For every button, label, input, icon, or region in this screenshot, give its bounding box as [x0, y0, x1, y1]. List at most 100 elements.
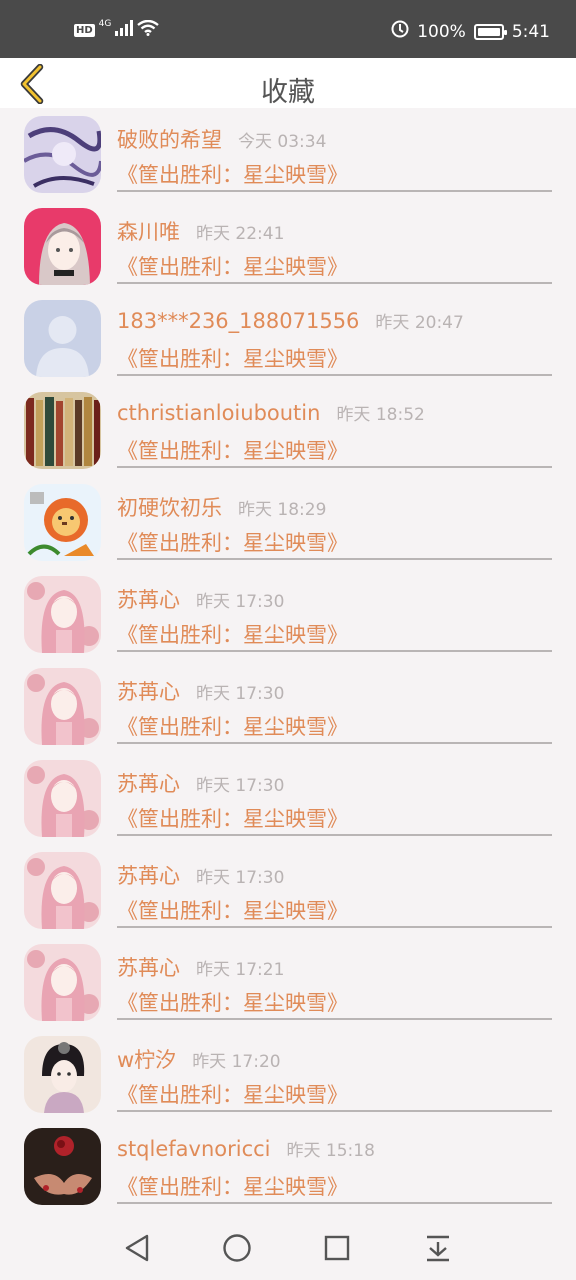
list-item[interactable]: 苏苒心 昨天 17:30 《筐出胜利：星尘映雪》 [0, 848, 576, 940]
item-meta: 破败的希望 今天 03:34 《筐出胜利：星尘映雪》 [117, 112, 552, 192]
timestamp: 昨天 17:30 [196, 868, 285, 888]
battery-icon [473, 23, 507, 40]
avatar[interactable] [24, 1128, 101, 1205]
list-item[interactable]: 183***236_188071556 昨天 20:47 《筐出胜利：星尘映雪》 [0, 296, 576, 388]
name-line: stqlefavnoricci 昨天 15:18 [117, 1136, 375, 1161]
item-meta: 苏苒心 昨天 17:30 《筐出胜利：星尘映雪》 [117, 572, 552, 652]
book-title[interactable]: 《筐出胜利：星尘映雪》 [117, 435, 348, 465]
avatar[interactable] [24, 760, 101, 837]
triangle-back-icon [125, 1234, 149, 1262]
list-item[interactable]: 苏苒心 昨天 17:30 《筐出胜利：星尘映雪》 [0, 756, 576, 848]
item-meta: 苏苒心 昨天 17:30 《筐出胜利：星尘映雪》 [117, 848, 552, 928]
timestamp: 昨天 17:30 [196, 684, 285, 704]
book-title[interactable]: 《筐出胜利：星尘映雪》 [117, 527, 348, 557]
nav-recents-button[interactable] [317, 1228, 357, 1268]
list-item[interactable]: 初硬饮初乐 昨天 18:29 《筐出胜利：星尘映雪》 [0, 480, 576, 572]
timestamp: 昨天 18:52 [336, 405, 425, 425]
download-arrow-icon [427, 1235, 449, 1262]
user-name[interactable]: 苏苒心 [117, 952, 180, 982]
book-title[interactable]: 《筐出胜利：星尘映雪》 [117, 803, 348, 833]
timestamp: 昨天 20:47 [375, 313, 464, 333]
avatar[interactable] [24, 852, 101, 929]
list-item[interactable]: 森川唯 昨天 22:41 《筐出胜利：星尘映雪》 [0, 204, 576, 296]
nav-home-button[interactable] [217, 1228, 257, 1268]
timestamp: 昨天 17:30 [196, 592, 285, 612]
battery-percent: 100% [417, 21, 466, 42]
hd-badge: HD [74, 23, 95, 37]
avatar[interactable] [24, 1036, 101, 1113]
avatar[interactable] [24, 484, 101, 561]
user-name[interactable]: cthristianloiuboutin [117, 401, 320, 425]
avatar[interactable] [24, 208, 101, 285]
user-name[interactable]: 森川唯 [117, 216, 180, 246]
list-item[interactable]: cthristianloiuboutin 昨天 18:52 《筐出胜利：星尘映雪》 [0, 388, 576, 480]
book-title[interactable]: 《筐出胜利：星尘映雪》 [117, 895, 348, 925]
item-meta: 苏苒心 昨天 17:21 《筐出胜利：星尘映雪》 [117, 940, 552, 1020]
book-title[interactable]: 《筐出胜利：星尘映雪》 [117, 343, 348, 373]
avatar[interactable] [24, 116, 101, 193]
avatar[interactable] [24, 944, 101, 1021]
user-name[interactable]: 183***236_188071556 [117, 309, 359, 333]
timestamp: 昨天 22:41 [196, 224, 285, 244]
timestamp: 昨天 18:29 [238, 500, 327, 520]
user-name[interactable]: stqlefavnoricci [117, 1137, 271, 1161]
navigation-bar [0, 1214, 576, 1280]
user-name[interactable]: 破败的希望 [117, 124, 222, 154]
list-item[interactable]: 破败的希望 今天 03:34 《筐出胜利：星尘映雪》 [0, 112, 576, 204]
wifi-icon [137, 19, 160, 40]
timestamp: 昨天 17:20 [192, 1052, 281, 1072]
circle-home-icon [223, 1234, 251, 1262]
name-line: 183***236_188071556 昨天 20:47 [117, 308, 464, 333]
status-bar: HD 4G 100% 5:41 [0, 0, 576, 58]
square-recents-icon [324, 1235, 350, 1261]
nav-back-button[interactable] [117, 1228, 157, 1268]
name-line: 破败的希望 今天 03:34 [117, 124, 326, 154]
name-line: w柠汐 昨天 17:20 [117, 1044, 281, 1074]
name-line: 苏苒心 昨天 17:30 [117, 584, 284, 614]
list-item[interactable]: 苏苒心 昨天 17:21 《筐出胜利：星尘映雪》 [0, 940, 576, 1032]
avatar[interactable] [24, 576, 101, 653]
signal-icon [115, 20, 134, 40]
book-title[interactable]: 《筐出胜利：星尘映雪》 [117, 1171, 348, 1201]
status-left: HD 4G [74, 19, 160, 40]
user-name[interactable]: 初硬饮初乐 [117, 492, 222, 522]
book-title[interactable]: 《筐出胜利：星尘映雪》 [117, 711, 348, 741]
item-meta: 苏苒心 昨天 17:30 《筐出胜利：星尘映雪》 [117, 756, 552, 836]
list-item[interactable]: 苏苒心 昨天 17:30 《筐出胜利：星尘映雪》 [0, 664, 576, 756]
book-title[interactable]: 《筐出胜利：星尘映雪》 [117, 159, 348, 189]
item-meta: 初硬饮初乐 昨天 18:29 《筐出胜利：星尘映雪》 [117, 480, 552, 560]
avatar[interactable] [24, 300, 101, 377]
book-title[interactable]: 《筐出胜利：星尘映雪》 [117, 1079, 348, 1109]
book-title[interactable]: 《筐出胜利：星尘映雪》 [117, 619, 348, 649]
avatar[interactable] [24, 668, 101, 745]
name-line: 初硬饮初乐 昨天 18:29 [117, 492, 326, 522]
user-name[interactable]: 苏苒心 [117, 860, 180, 890]
nav-extra-button[interactable] [418, 1228, 458, 1268]
list-item[interactable]: 苏苒心 昨天 17:30 《筐出胜利：星尘映雪》 [0, 572, 576, 664]
item-meta: cthristianloiuboutin 昨天 18:52 《筐出胜利：星尘映雪》 [117, 388, 552, 468]
battery-level [477, 27, 500, 36]
item-meta: 183***236_188071556 昨天 20:47 《筐出胜利：星尘映雪》 [117, 296, 552, 376]
avatar[interactable] [24, 392, 101, 469]
clock: 5:41 [511, 21, 550, 42]
page-title: 收藏 [261, 77, 315, 108]
list-item[interactable]: stqlefavnoricci 昨天 15:18 《筐出胜利：星尘映雪》 [0, 1124, 576, 1214]
item-meta: 森川唯 昨天 22:41 《筐出胜利：星尘映雪》 [117, 204, 552, 284]
user-name[interactable]: w柠汐 [117, 1044, 176, 1074]
book-title[interactable]: 《筐出胜利：星尘映雪》 [117, 251, 348, 281]
app-header: 收藏 [0, 58, 576, 108]
item-meta: w柠汐 昨天 17:20 《筐出胜利：星尘映雪》 [117, 1032, 552, 1112]
item-meta: stqlefavnoricci 昨天 15:18 《筐出胜利：星尘映雪》 [117, 1124, 552, 1204]
user-name[interactable]: 苏苒心 [117, 676, 180, 706]
book-title[interactable]: 《筐出胜利：星尘映雪》 [117, 987, 348, 1017]
data-saver-icon [391, 20, 409, 43]
timestamp: 昨天 17:30 [196, 776, 285, 796]
favorites-list[interactable]: 破败的希望 今天 03:34 《筐出胜利：星尘映雪》 森川唯 昨天 22:41 《筐出胜利… [0, 112, 576, 1214]
list-item[interactable]: w柠汐 昨天 17:20 《筐出胜利：星尘映雪》 [0, 1032, 576, 1124]
timestamp: 昨天 17:21 [196, 960, 285, 980]
user-name[interactable]: 苏苒心 [117, 768, 180, 798]
timestamp: 昨天 15:18 [286, 1141, 375, 1161]
name-line: 苏苒心 昨天 17:30 [117, 860, 284, 890]
user-name[interactable]: 苏苒心 [117, 584, 180, 614]
name-line: 苏苒心 昨天 17:21 [117, 952, 284, 982]
